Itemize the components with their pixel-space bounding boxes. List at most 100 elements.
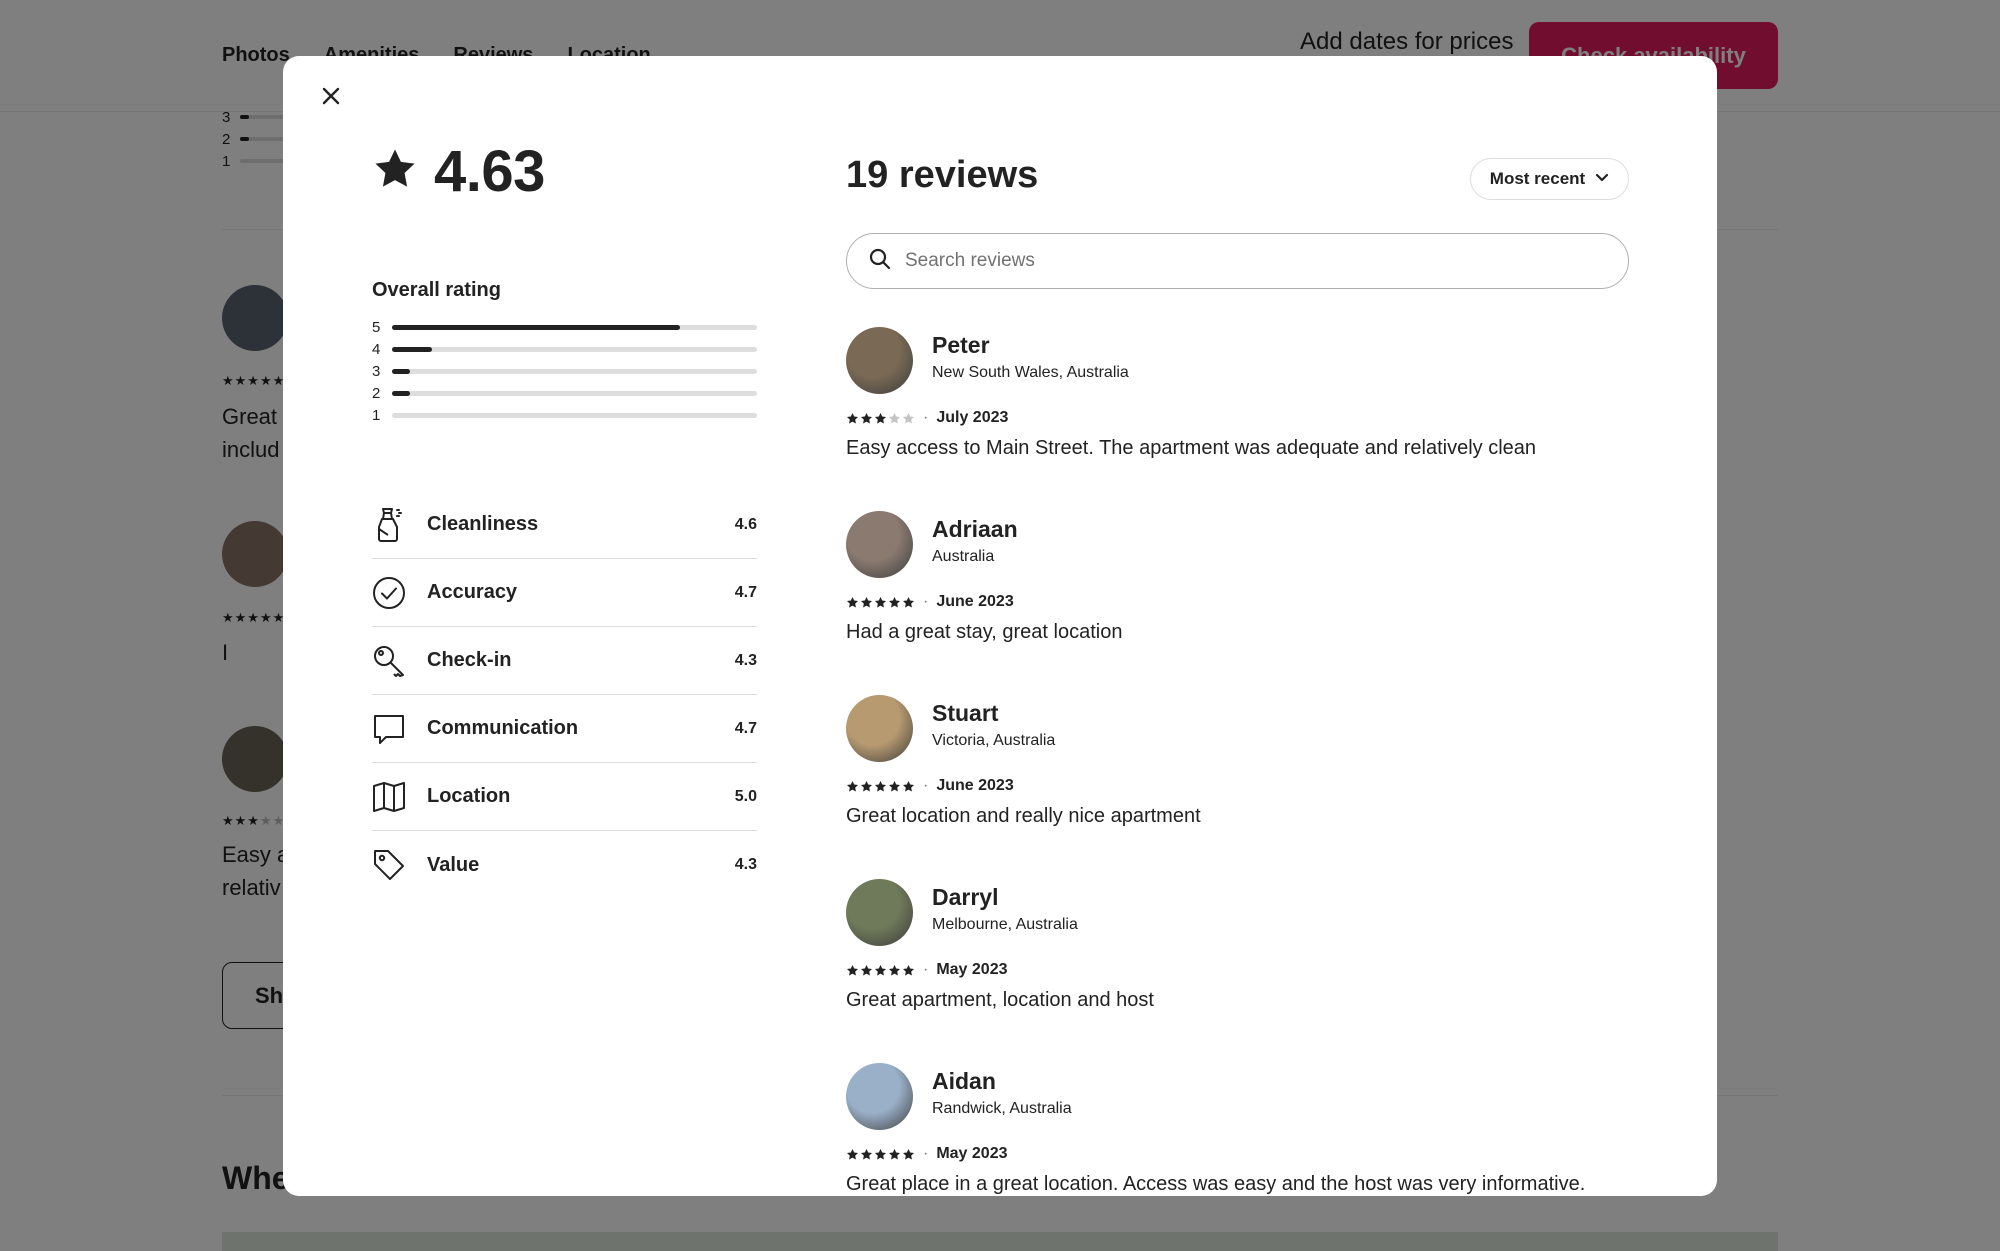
rating-distribution: 5 4 3 2 1 — [372, 316, 757, 426]
star-icon — [372, 146, 418, 197]
review-date: May 2023 — [936, 1145, 1008, 1162]
category-communication: Communication 4.7 — [372, 695, 757, 763]
rating-bar-track — [392, 412, 757, 418]
reviewer-location: Melbourne, Australia — [932, 916, 1078, 933]
avatar[interactable] — [846, 695, 913, 762]
reviewer-location: Australia — [932, 548, 995, 565]
review-item: Stuart Victoria, Australia · June 2023 G… — [846, 695, 1629, 879]
category-cleanliness: Cleanliness 4.6 — [372, 491, 757, 559]
review-list: Peter New South Wales, Australia · July … — [846, 327, 1629, 1196]
avatar[interactable] — [846, 1063, 913, 1130]
rating-bar-row: 1 — [372, 404, 757, 426]
review-count: 19 reviews — [846, 154, 1039, 196]
review-text: Easy access to Main Street. The apartmen… — [846, 437, 1537, 459]
rating-bar-label: 5 — [372, 318, 381, 336]
separator-dot: · — [923, 593, 929, 610]
category-score: 4.7 — [734, 719, 757, 737]
category-accuracy: Accuracy 4.7 — [372, 559, 757, 627]
star-rating-icon — [846, 412, 915, 425]
overall-score: 4.63 — [372, 138, 545, 205]
sort-dropdown[interactable]: Most recent — [1470, 158, 1629, 200]
rating-bar-label: 2 — [372, 384, 381, 402]
avatar[interactable] — [846, 327, 913, 394]
review-meta: · June 2023 — [846, 777, 1014, 795]
review-meta: · July 2023 — [846, 409, 1008, 427]
rating-bar-row: 4 — [372, 338, 757, 360]
review-item: Adriaan Australia · June 2023 Had a grea… — [846, 511, 1629, 695]
map-icon — [372, 780, 406, 814]
category-score: 4.6 — [734, 515, 757, 533]
category-value: Value 4.3 — [372, 831, 757, 899]
rating-bar-track — [392, 324, 757, 330]
rating-bar-row: 2 — [372, 382, 757, 404]
search-input[interactable] — [905, 250, 1585, 272]
star-rating-icon — [846, 964, 915, 977]
rating-bar-row: 3 — [372, 360, 757, 382]
review-search-box — [846, 233, 1629, 289]
overall-rating-label: Overall rating — [372, 279, 501, 301]
separator-dot: · — [923, 409, 929, 426]
chat-bubble-icon — [372, 712, 406, 746]
chevron-down-icon — [1595, 169, 1609, 189]
review-meta: · May 2023 — [846, 961, 1008, 979]
review-item: Aidan Randwick, Australia · May 2023 Gre… — [846, 1063, 1629, 1196]
close-button[interactable] — [312, 79, 350, 117]
category-score: 5.0 — [734, 787, 757, 805]
reviewer-name: Darryl — [932, 884, 999, 910]
rating-bar-track — [392, 390, 757, 396]
reviewer-name: Adriaan — [932, 516, 1018, 542]
avatar[interactable] — [846, 879, 913, 946]
category-name: Check-in — [427, 649, 512, 671]
category-name: Location — [427, 785, 511, 807]
rating-bar-label: 3 — [372, 362, 381, 380]
sort-label: Most recent — [1489, 169, 1586, 188]
overall-score-value: 4.63 — [434, 139, 545, 204]
close-icon — [321, 86, 341, 111]
rating-bar-fill — [392, 390, 411, 396]
star-rating-icon — [846, 780, 915, 793]
review-date: July 2023 — [936, 409, 1009, 426]
category-name: Communication — [427, 717, 579, 739]
category-name: Cleanliness — [427, 513, 539, 535]
star-rating-icon — [846, 596, 915, 609]
rating-bar-label: 4 — [372, 340, 381, 358]
rating-bar-fill — [392, 346, 433, 352]
spray-bottle-icon — [372, 507, 406, 542]
review-text: Great apartment, location and host — [846, 989, 1154, 1011]
rating-bar-fill — [392, 368, 411, 374]
check-circle-icon — [372, 576, 406, 610]
review-date: June 2023 — [936, 777, 1014, 794]
reviewer-location: Victoria, Australia — [932, 732, 1056, 749]
search-icon — [869, 248, 891, 275]
star-rating-icon — [846, 1148, 915, 1161]
reviewer-name: Peter — [932, 332, 990, 358]
reviews-modal: 4.63 Overall rating 5 4 3 2 1 Cleanlines… — [283, 56, 1717, 1196]
rating-bar-track — [392, 346, 757, 352]
category-check-in: Check-in 4.3 — [372, 627, 757, 695]
tag-icon — [372, 848, 406, 882]
category-name: Accuracy — [427, 581, 518, 603]
reviewer-name: Stuart — [932, 700, 999, 726]
rating-bar-label: 1 — [372, 406, 381, 424]
category-name: Value — [427, 853, 480, 876]
separator-dot: · — [923, 777, 929, 794]
reviewer-location: Randwick, Australia — [932, 1100, 1072, 1117]
category-ratings: Cleanliness 4.6 Accuracy 4.7 Check-in 4.… — [372, 491, 757, 899]
category-location: Location 5.0 — [372, 763, 757, 831]
review-text: Great location and really nice apartment — [846, 805, 1201, 827]
review-date: May 2023 — [936, 961, 1008, 978]
reviewer-name: Aidan — [932, 1068, 996, 1094]
rating-bar-track — [392, 368, 757, 374]
review-text: Had a great stay, great location — [846, 621, 1123, 643]
category-score: 4.3 — [734, 651, 757, 669]
category-score: 4.3 — [734, 856, 757, 873]
category-score: 4.7 — [734, 583, 757, 601]
rating-bar-row: 5 — [372, 316, 757, 338]
review-text: Great place in a great location. Access … — [846, 1173, 1586, 1195]
avatar[interactable] — [846, 511, 913, 578]
separator-dot: · — [923, 1145, 929, 1162]
separator-dot: · — [923, 961, 929, 978]
rating-bar-fill — [392, 324, 681, 330]
reviewer-location: New South Wales, Australia — [932, 364, 1129, 381]
review-item: Darryl Melbourne, Australia · May 2023 G… — [846, 879, 1629, 1063]
